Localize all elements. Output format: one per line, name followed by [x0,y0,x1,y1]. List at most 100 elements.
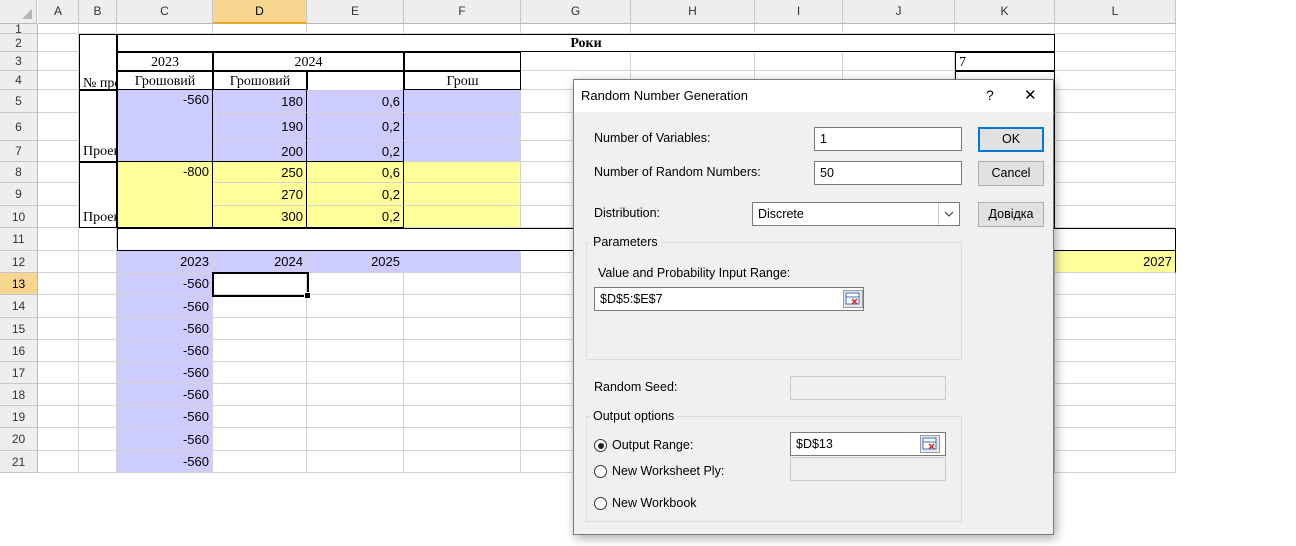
grid-cell[interactable] [307,340,404,362]
grid-cell[interactable] [755,52,843,71]
grid-cell[interactable] [38,34,79,52]
year-2025-hidden[interactable] [404,52,521,71]
grid-cell[interactable] [38,340,79,362]
grid-cell[interactable] [307,406,404,428]
row-header-6[interactable]: 6 [0,113,38,141]
sim-value-c18[interactable]: -560 [117,384,213,406]
cash-flow-value[interactable]: 180 [213,90,307,113]
column-header-f[interactable]: F [404,0,521,24]
grid-cell[interactable] [1055,34,1176,52]
grid-cell[interactable] [38,273,79,295]
sim-value-c17[interactable]: -560 [117,362,213,384]
grid-cell[interactable] [1055,384,1176,406]
column-header-a[interactable]: A [38,0,79,24]
grid-cell[interactable] [38,90,79,113]
grid-cell[interactable] [38,206,79,228]
row-header-12[interactable]: 12 [0,251,38,273]
column-header-g[interactable]: G [521,0,631,24]
ok-button[interactable]: OK [978,127,1044,152]
year-2023[interactable]: 2023 [117,52,213,71]
help-button[interactable]: Довідка [978,202,1044,227]
column-header-j[interactable]: J [843,0,955,24]
grid-cell[interactable] [755,24,843,34]
grid-cell[interactable] [1055,206,1176,228]
new-worksheet-radio[interactable] [594,465,607,478]
grid-cell[interactable] [307,24,404,34]
grid-cell[interactable] [38,52,79,71]
grid-cell[interactable] [404,318,521,340]
grid-cell[interactable] [79,273,117,295]
cash-flow-2024[interactable]: Грошовийпотік [213,71,307,90]
initial-investment-2[interactable]: -800 [117,162,213,228]
grid-cell[interactable] [79,340,117,362]
grid-cell[interactable] [404,273,521,295]
grid-cell[interactable] [404,340,521,362]
probability-value[interactable]: 0,6 [307,90,404,113]
row-header-17[interactable]: 17 [0,362,38,384]
select-all-corner[interactable] [0,0,37,24]
grid-cell[interactable] [843,52,955,71]
grid-cell[interactable] [404,24,521,34]
grid-cell[interactable] [213,340,307,362]
grid-cell[interactable] [1055,295,1176,318]
grid-cell[interactable] [79,295,117,318]
probability-value[interactable]: 0,2 [307,113,404,141]
cash-flow-2025[interactable]: Грошпо [404,71,521,90]
grid-cell[interactable] [404,406,521,428]
grid-cell[interactable] [79,251,117,273]
hidden-value[interactable] [404,183,521,206]
cancel-button[interactable]: Cancel [978,161,1044,186]
grid-cell[interactable] [38,162,79,183]
grid-cell[interactable] [213,24,307,34]
probability-2024[interactable]: Ймовірність [307,71,404,91]
grid-cell[interactable] [79,428,117,451]
grid-cell[interactable] [213,406,307,428]
row-header-2[interactable]: 2 [0,34,38,52]
probability-value[interactable]: 0,6 [307,162,404,183]
grid-cell[interactable] [1055,90,1176,113]
row-header-1[interactable]: 1 [0,23,38,35]
row-header-11[interactable]: 11 [0,228,38,251]
grid-cell[interactable] [213,295,307,318]
grid-cell[interactable] [404,295,521,318]
hidden-value[interactable] [404,141,521,162]
year-2024[interactable]: 2024 [213,52,404,71]
grid-cell[interactable] [843,24,955,34]
grid-cell[interactable] [38,295,79,318]
grid-cell[interactable] [213,428,307,451]
sim-value-c13[interactable]: -560 [117,273,213,295]
grid-cell[interactable] [955,24,1055,34]
column-header-e[interactable]: E [307,0,404,24]
sim-year-hidden[interactable] [404,251,521,273]
grid-cell[interactable] [1055,428,1176,451]
grid-cell[interactable] [1055,141,1176,162]
new-workbook-radio[interactable] [594,497,607,510]
grid-cell[interactable] [307,451,404,473]
probability-value[interactable]: 0,2 [307,206,404,228]
grid-cell[interactable] [38,183,79,206]
row-header-8[interactable]: 8 [0,162,38,183]
row-header-19[interactable]: 19 [0,406,38,428]
grid-cell[interactable] [38,141,79,162]
cash-flow-value[interactable]: 270 [213,183,307,206]
grid-cell[interactable] [1055,340,1176,362]
grid-cell[interactable] [521,24,631,34]
grid-cell[interactable] [1055,52,1176,71]
cash-flow-2023[interactable]: Грошовийпотік [117,71,213,90]
row-header-21[interactable]: 21 [0,451,38,473]
grid-cell[interactable] [117,24,213,34]
column-header-k[interactable]: K [955,0,1055,24]
column-header-l[interactable]: L [1055,0,1176,24]
output-range-selector-icon[interactable] [920,435,940,453]
grid-cell[interactable] [307,295,404,318]
grid-cell[interactable] [1055,113,1176,141]
initial-investment-1[interactable]: -560 [117,90,213,162]
help-icon[interactable]: ? [986,87,994,103]
grid-cell[interactable] [1055,183,1176,206]
distribution-select[interactable]: Discrete [752,202,960,226]
cash-flow-value[interactable]: 250 [213,162,307,183]
grid-cell[interactable] [79,228,117,251]
grid-cell[interactable] [1055,273,1176,295]
row-header-9[interactable]: 9 [0,183,38,206]
range-selector-icon[interactable] [843,290,863,308]
